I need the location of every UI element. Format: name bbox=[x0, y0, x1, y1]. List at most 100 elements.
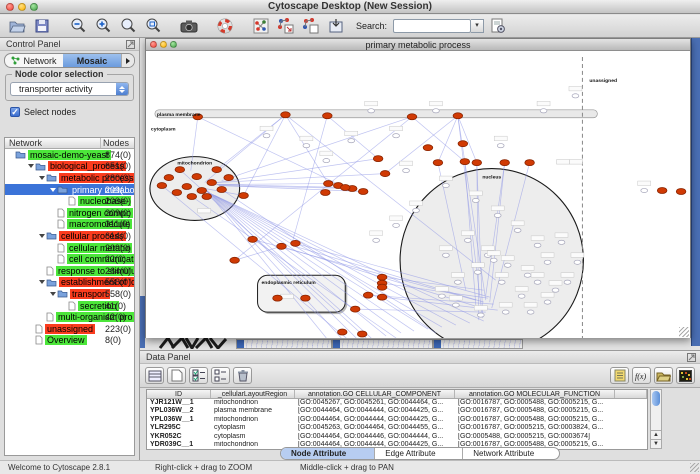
network-edge[interactable] bbox=[217, 159, 378, 183]
network-edge[interactable] bbox=[205, 189, 327, 338]
background-window-fragment[interactable] bbox=[433, 339, 523, 349]
network-node-unselected[interactable] bbox=[572, 94, 579, 98]
network-node-unselected[interactable] bbox=[497, 144, 504, 148]
network-node[interactable] bbox=[321, 190, 331, 196]
col-id[interactable]: ID bbox=[147, 390, 211, 398]
network-node[interactable] bbox=[301, 295, 311, 301]
tree-row[interactable]: response to stimulu264(0) bbox=[5, 265, 134, 277]
network-node[interactable] bbox=[197, 188, 207, 194]
zoom-out-icon[interactable] bbox=[67, 16, 89, 36]
zoom-fit-icon[interactable] bbox=[117, 16, 139, 36]
background-window-fragment[interactable] bbox=[332, 339, 433, 349]
tab-edge-attribute-browser[interactable]: Edge Attribute Browser bbox=[375, 448, 463, 459]
network-node[interactable] bbox=[657, 188, 667, 194]
tree-col-network[interactable]: Network bbox=[5, 138, 101, 148]
tree-row[interactable]: nitrogen compo209(0) bbox=[5, 207, 134, 219]
network-node[interactable] bbox=[453, 113, 463, 119]
network-node-unselected[interactable] bbox=[641, 188, 648, 192]
network-edge[interactable] bbox=[291, 116, 327, 246]
network-node[interactable] bbox=[175, 167, 185, 173]
network-node[interactable] bbox=[157, 183, 167, 189]
network-node-unselected[interactable] bbox=[393, 134, 400, 138]
network-node-unselected[interactable] bbox=[574, 260, 581, 264]
app-titlebar[interactable]: Cytoscape Desktop (New Session) bbox=[0, 0, 700, 14]
tab-network[interactable]: Network bbox=[5, 54, 63, 67]
network-edge[interactable] bbox=[235, 117, 412, 260]
network-node-unselected[interactable] bbox=[540, 109, 547, 113]
network-node-unselected[interactable] bbox=[472, 198, 479, 202]
app-resize-grip[interactable] bbox=[690, 463, 699, 472]
network-node-unselected[interactable] bbox=[263, 134, 270, 138]
network-edge[interactable] bbox=[209, 193, 386, 337]
network-node-unselected[interactable] bbox=[303, 144, 310, 148]
network-node[interactable] bbox=[202, 194, 212, 200]
network-node-unselected[interactable] bbox=[439, 294, 446, 298]
tree-row[interactable]: secretion41(0) bbox=[5, 300, 134, 312]
network-node[interactable] bbox=[358, 189, 368, 195]
network-node-unselected[interactable] bbox=[368, 109, 375, 113]
snapshot-icon[interactable] bbox=[178, 16, 200, 36]
tree-row[interactable]: Overview8(0) bbox=[5, 335, 134, 347]
tree-row[interactable]: metabolic process280(0) bbox=[5, 172, 134, 184]
tab-network-attribute-browser[interactable]: Network Attribute Browser bbox=[463, 448, 559, 459]
network-node[interactable] bbox=[676, 189, 686, 195]
tree-row[interactable]: nucleobase-209(0) bbox=[5, 195, 134, 207]
network-edge[interactable] bbox=[207, 191, 371, 338]
tree-row[interactable]: establishment of lo558(0) bbox=[5, 277, 134, 289]
network-node[interactable] bbox=[239, 193, 249, 199]
function-builder-icon[interactable]: f(x) bbox=[632, 367, 651, 384]
expander-icon[interactable] bbox=[48, 188, 57, 192]
select-nodes-checkbox[interactable]: ✓ bbox=[10, 107, 20, 117]
network-node[interactable] bbox=[423, 145, 433, 151]
network-node[interactable] bbox=[192, 174, 202, 180]
unselect-attributes-icon[interactable] bbox=[211, 367, 230, 384]
float-panel-icon[interactable] bbox=[687, 353, 696, 362]
network-canvas[interactable]: plasma membranecytoplasmmitochondrionnuc… bbox=[146, 51, 690, 338]
expander-icon[interactable] bbox=[37, 176, 46, 180]
network-node[interactable] bbox=[182, 184, 192, 190]
attribute-table-icon[interactable] bbox=[145, 367, 164, 384]
network-edge[interactable] bbox=[217, 174, 385, 183]
float-panel-icon[interactable] bbox=[126, 40, 135, 49]
network-node-unselected[interactable] bbox=[544, 260, 551, 264]
network-node[interactable] bbox=[380, 171, 390, 177]
network-node-unselected[interactable] bbox=[443, 183, 450, 187]
network-node[interactable] bbox=[350, 306, 360, 312]
network-node[interactable] bbox=[230, 257, 240, 263]
network-node-unselected[interactable] bbox=[474, 270, 481, 274]
scrollbar-thumb[interactable] bbox=[652, 391, 660, 406]
network-node-unselected[interactable] bbox=[498, 280, 505, 284]
network-node[interactable] bbox=[377, 284, 387, 290]
open-icon[interactable] bbox=[6, 16, 28, 36]
tab-mosaic[interactable]: Mosaic bbox=[63, 54, 121, 67]
table-scrollbar[interactable]: ▲ ▼ bbox=[650, 389, 662, 449]
network-node[interactable] bbox=[187, 194, 197, 200]
background-window-fragment[interactable] bbox=[236, 339, 332, 349]
tab-overflow-button[interactable] bbox=[121, 54, 134, 67]
network-node[interactable] bbox=[248, 236, 258, 242]
new-attribute-icon[interactable] bbox=[167, 367, 186, 384]
network-node-unselected[interactable] bbox=[477, 313, 484, 317]
network-node-unselected[interactable] bbox=[490, 258, 497, 262]
col-cellular-component[interactable]: annotation.GO CELLULAR_COMPONENT bbox=[295, 390, 455, 398]
network-node[interactable] bbox=[172, 190, 182, 196]
network-node-unselected[interactable] bbox=[564, 280, 571, 284]
network-edge[interactable] bbox=[285, 115, 328, 184]
table-row[interactable]: YKR052Ccytoplasm[GO:0044464, GO:0044446,… bbox=[147, 433, 647, 441]
search-input[interactable] bbox=[393, 19, 471, 33]
search-options-icon[interactable] bbox=[487, 16, 509, 36]
col-region[interactable]: _cellularLayoutRegion bbox=[211, 390, 295, 398]
network-node[interactable] bbox=[217, 187, 227, 193]
network-node[interactable] bbox=[324, 181, 334, 187]
tree-row[interactable]: cell communicat22(0) bbox=[5, 253, 134, 265]
tree-row[interactable]: cellular metabo209(0) bbox=[5, 242, 134, 254]
network-node[interactable] bbox=[273, 295, 283, 301]
table-row[interactable]: YPL036W__1mitochondrion[GO:0044464, GO:0… bbox=[147, 416, 647, 424]
network-node-unselected[interactable] bbox=[393, 223, 400, 227]
search-dropdown-button[interactable]: ▾ bbox=[471, 19, 484, 33]
network-node[interactable] bbox=[373, 156, 383, 162]
table-row[interactable]: YLR295Ccytoplasm[GO:0045263, GO:0044464,… bbox=[147, 424, 647, 432]
tab-node-attribute-browser[interactable]: Node Attribute Browser bbox=[281, 448, 375, 459]
network-node-unselected[interactable] bbox=[502, 310, 509, 314]
expander-icon[interactable] bbox=[37, 280, 46, 284]
